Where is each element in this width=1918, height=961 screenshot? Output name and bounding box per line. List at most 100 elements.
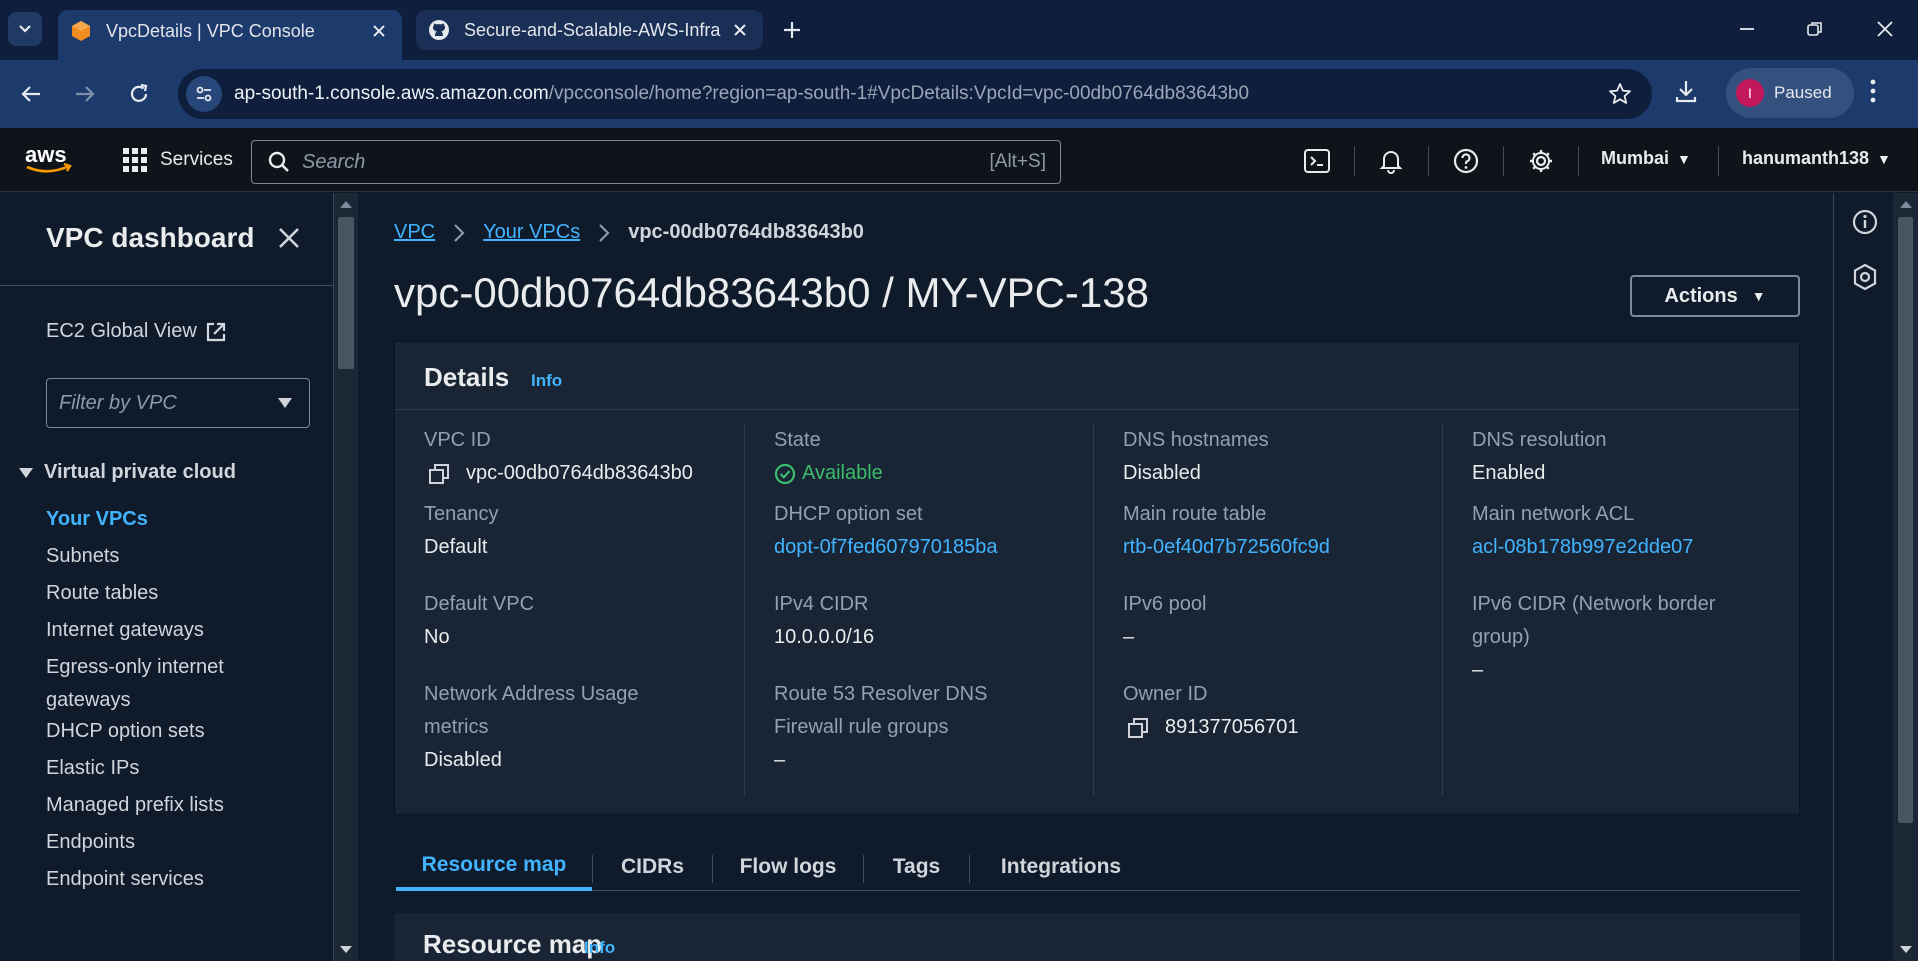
sidebar-section-virtual-private-cloud[interactable]: Virtual private cloud [18, 461, 236, 484]
utility-rail [1833, 193, 1893, 961]
grid-icon [123, 148, 147, 172]
ec2-global-view-link[interactable]: EC2 Global View [46, 320, 227, 343]
page-title: vpc-00db0764db83643b0 / MY-VPC-138 [394, 269, 1149, 316]
sidebar-title: VPC dashboard [46, 222, 255, 253]
sidebar-item-egress-only-internet-gateways[interactable]: Egress-only internet gateways [46, 651, 286, 717]
details-column: State Available DHCP option set dopt-0f7… [744, 424, 1093, 796]
page-scrollbar[interactable] [1893, 193, 1918, 961]
tab-integrations[interactable]: Integrations [970, 843, 1152, 891]
tab-flow-logs[interactable]: Flow logs [713, 843, 863, 891]
owner-id-value: 891377056701 [1123, 711, 1423, 744]
breadcrumb-your-vpcs[interactable]: Your VPCs [483, 221, 580, 244]
tab-resource-map[interactable]: Resource map [396, 843, 592, 891]
header-divider [1578, 146, 1579, 176]
close-sidebar-icon[interactable] [278, 227, 300, 249]
account-menu[interactable]: hanumanth138 ▼ [1742, 148, 1891, 169]
details-column: DNS hostnames Disabled Main route table … [1093, 424, 1442, 796]
field-vpc-id: VPC ID vpc-00db0764db83643b0 [424, 424, 724, 490]
search-input[interactable] [302, 150, 990, 174]
browser-menu-icon[interactable] [1868, 77, 1878, 105]
tab-cidrs[interactable]: CIDRs [593, 843, 712, 891]
close-tab-icon[interactable] [729, 19, 751, 41]
field-main-network-acl: Main network ACL acl-08b178b997e2dde07 [1472, 498, 1772, 564]
reload-button[interactable] [122, 77, 156, 111]
info-circle-icon[interactable] [1851, 208, 1879, 236]
tab-search-button[interactable] [8, 12, 42, 46]
breadcrumb-vpc[interactable]: VPC [394, 221, 435, 244]
sidebar-item-dhcp-option-sets[interactable]: DHCP option sets [46, 715, 286, 748]
address-bar[interactable]: ap-south-1.console.aws.amazon.com/vpccon… [178, 69, 1652, 119]
main-content: VPC Your VPCs vpc-00db0764db83643b0 vpc-… [358, 193, 1833, 961]
sidebar-item-internet-gateways[interactable]: Internet gateways [46, 614, 286, 647]
details-info-link[interactable]: Info [531, 371, 562, 391]
vpc-sidebar: VPC dashboard EC2 Global View Filter by … [0, 193, 334, 961]
close-window-button[interactable] [1870, 14, 1900, 44]
forward-button[interactable] [68, 77, 102, 111]
sidebar-item-managed-prefix-lists[interactable]: Managed prefix lists [46, 789, 286, 822]
browser-tab-strip: VpcDetails | VPC Console Secure-and-Scal… [0, 0, 1918, 60]
restore-button[interactable] [1800, 14, 1830, 44]
chevron-down-icon [19, 25, 31, 33]
site-info-icon[interactable] [186, 76, 222, 112]
sidebar-item-your-vpcs[interactable]: Your VPCs [46, 503, 286, 536]
reload-icon [130, 83, 148, 102]
actions-dropdown-button[interactable]: Actions ▼ [1630, 275, 1800, 317]
profile-button[interactable]: I Paused [1726, 68, 1854, 118]
github-favicon-icon [429, 20, 449, 40]
field-route53-resolver-dns-firewall: Route 53 Resolver DNS Firewall rule grou… [774, 683, 988, 771]
scroll-up-icon [340, 201, 352, 208]
bookmark-star-icon[interactable] [1608, 82, 1632, 106]
sidebar-scrollbar[interactable] [334, 193, 358, 961]
browser-tab-github[interactable]: Secure-and-Scalable-AWS-Infra [416, 10, 763, 50]
sidebar-item-route-tables[interactable]: Route tables [46, 577, 286, 610]
scroll-down-icon [1900, 946, 1912, 953]
sidebar-divider [0, 285, 333, 286]
details-panel: Details Info VPC ID vpc-00db0764db83643b… [394, 341, 1800, 815]
scrollbar-thumb[interactable] [1898, 217, 1913, 823]
main-network-acl-link[interactable]: acl-08b178b997e2dde07 [1472, 531, 1772, 564]
aws-logo[interactable]: aws [24, 142, 74, 176]
dhcp-option-set-link[interactable]: dopt-0f7fed607970185ba [774, 531, 1074, 564]
close-tab-icon[interactable] [368, 20, 390, 42]
header-divider [1718, 146, 1719, 176]
details-column: DNS resolution Enabled Main network ACL … [1442, 424, 1791, 796]
sidebar-item-subnets[interactable]: Subnets [46, 540, 286, 573]
services-menu-button[interactable]: Services [122, 144, 233, 176]
notifications-bell-icon[interactable] [1376, 146, 1406, 176]
details-header: Details Info [395, 342, 1799, 410]
new-tab-button[interactable] [778, 16, 806, 44]
sidebar-item-endpoints[interactable]: Endpoints [46, 826, 286, 859]
tab-tags[interactable]: Tags [864, 843, 969, 891]
profile-status: Paused [1774, 83, 1832, 102]
copy-icon[interactable] [428, 463, 450, 485]
settings-gear-icon[interactable] [1526, 146, 1556, 176]
help-icon[interactable] [1451, 146, 1481, 176]
filter-by-vpc-select[interactable]: Filter by VPC [46, 378, 310, 428]
browser-tab-vpc-console[interactable]: VpcDetails | VPC Console [58, 10, 402, 60]
services-label: Services [160, 149, 233, 170]
minimize-button[interactable] [1732, 14, 1762, 44]
caret-down-icon [278, 398, 292, 408]
console-search[interactable]: [Alt+S] [251, 140, 1061, 184]
tab-title: VpcDetails | VPC Console [106, 20, 315, 41]
feedback-hexagon-icon[interactable] [1851, 263, 1879, 291]
details-heading: Details [424, 362, 510, 392]
field-default-vpc: Default VPC No [424, 593, 535, 648]
field-tenancy: Tenancy Default [424, 503, 499, 558]
copy-icon[interactable] [1127, 717, 1149, 739]
back-button[interactable] [14, 77, 48, 111]
field-ipv6-cidr: IPv6 CIDR (Network border group) – [1472, 593, 1716, 681]
close-icon [1877, 21, 1893, 37]
sidebar-item-endpoint-services[interactable]: Endpoint services [46, 863, 286, 896]
region-selector[interactable]: Mumbai ▼ [1601, 148, 1691, 169]
cloudshell-icon[interactable] [1302, 146, 1332, 176]
arrow-left-icon [21, 86, 40, 102]
downloads-icon[interactable] [1672, 77, 1700, 105]
sidebar-item-elastic-ips[interactable]: Elastic IPs [46, 752, 286, 785]
main-route-table-link[interactable]: rtb-0ef40d7b72560fc9d [1123, 531, 1423, 564]
resource-map-info-link[interactable]: Info [584, 938, 615, 958]
scrollbar-thumb[interactable] [338, 217, 354, 369]
url-text: ap-south-1.console.aws.amazon.com/vpccon… [234, 83, 1250, 104]
svg-text:aws: aws [25, 142, 67, 167]
chevron-right-icon [454, 223, 465, 242]
